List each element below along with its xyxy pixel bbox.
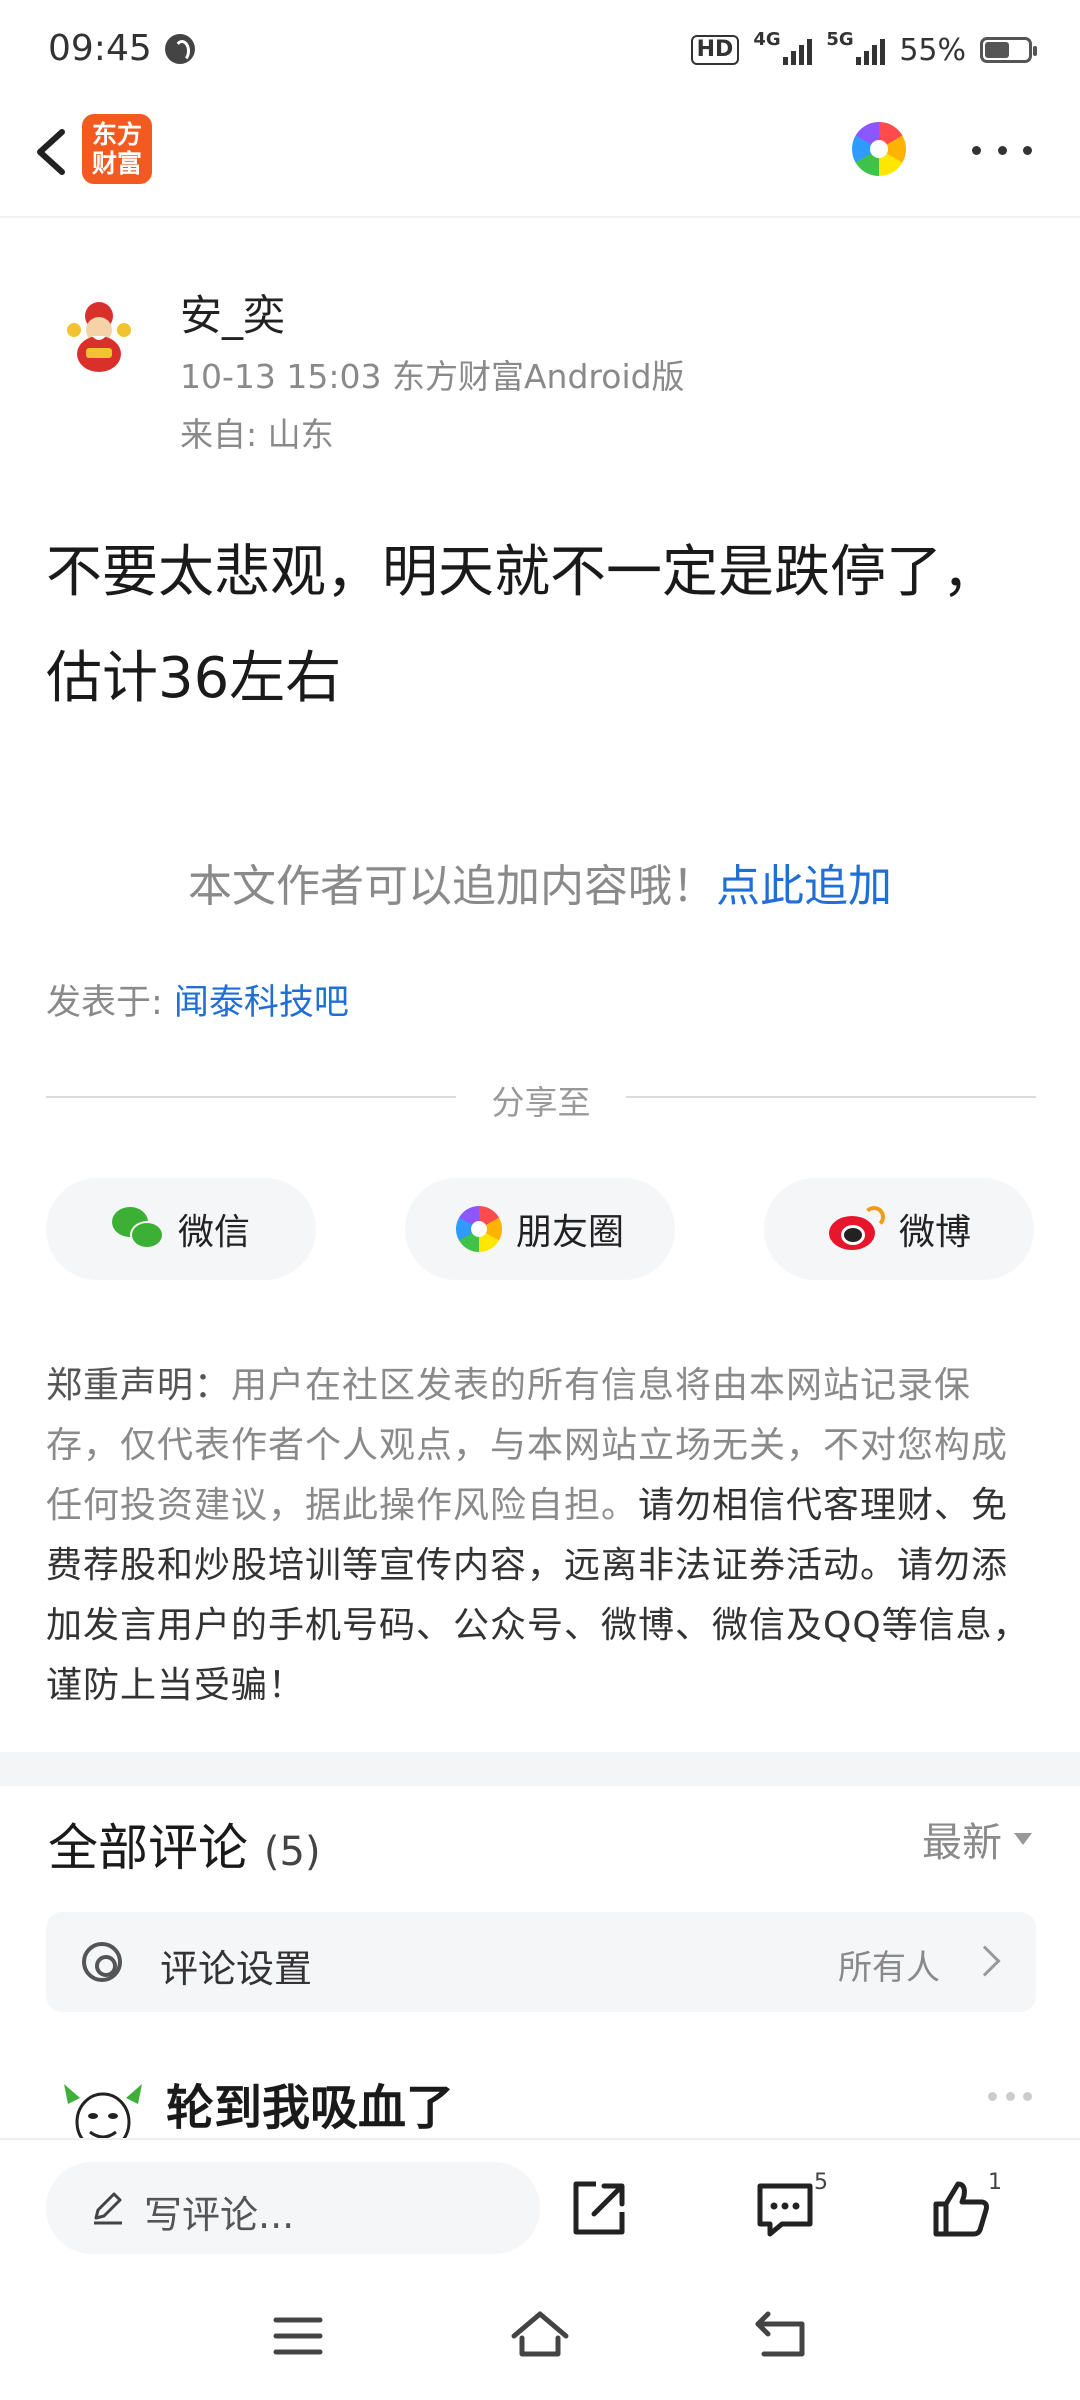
comments-title-text: 全部评论: [48, 1819, 248, 1877]
gear-icon: [82, 1942, 122, 1982]
write-comment-input[interactable]: 写评论...: [46, 2162, 540, 2254]
post-content: 不要太悲观，明天就不一定是跌停了，估计36左右: [46, 540, 998, 711]
write-comment-placeholder: 写评论...: [144, 2193, 295, 2237]
top-navigation: 东方 财富: [0, 100, 1080, 218]
comment-settings-row[interactable]: 评论设置 所有人: [46, 1912, 1036, 2012]
battery-percent: 55%: [899, 32, 966, 68]
share-moments-label: 朋友圈: [515, 1212, 624, 1253]
disclaimer: 郑重声明：用户在社区发表的所有信息将由本网站记录保存，仅代表作者个人观点，与本网…: [46, 1356, 1038, 1716]
share-weibo-button[interactable]: 微博: [764, 1178, 1034, 1280]
status-bar: 09:45 HD 4G 5G 55%: [0, 0, 1080, 100]
back-nav-icon[interactable]: [754, 2310, 808, 2358]
system-navigation-bar: [0, 2278, 1080, 2400]
disclaimer-label: 郑重声明：: [46, 1365, 232, 1406]
comment-settings-label: 评论设置: [160, 1947, 313, 1991]
section-separator: [0, 1752, 1080, 1786]
moments-icon: [455, 1206, 502, 1252]
more-options-icon[interactable]: [972, 142, 1032, 158]
battery-icon: [980, 37, 1037, 63]
post-location: 来自: 山东: [180, 415, 334, 454]
like-icon[interactable]: [928, 2176, 994, 2242]
hd-icon: HD: [690, 35, 740, 65]
wechat-icon: [111, 1207, 164, 1251]
status-time: 09:45: [48, 28, 152, 69]
comment-settings-value: 所有人: [838, 1948, 940, 1988]
share-weibo-label: 微博: [898, 1212, 971, 1253]
share-divider: 分享至: [46, 1076, 1036, 1122]
share-icon[interactable]: [566, 2176, 632, 2242]
signal-5g-icon: 5G: [826, 29, 886, 65]
comment-count-badge: 5: [814, 2170, 828, 2195]
chevron-right-icon: [969, 1945, 1001, 1977]
bottom-action-bar: 写评论... 5 1: [0, 2138, 1080, 2278]
append-prompt: 本文作者可以追加内容哦！点此追加: [0, 850, 1080, 914]
moments-share-icon[interactable]: [852, 122, 906, 176]
comments-count: (5): [263, 1829, 321, 1875]
menu-icon[interactable]: [272, 2314, 324, 2358]
home-icon[interactable]: [510, 2308, 570, 2360]
author-name[interactable]: 安_奕: [180, 282, 285, 343]
weibo-icon: [827, 1206, 885, 1252]
share-moments-button[interactable]: 朋友圈: [405, 1178, 675, 1280]
sort-label: 最新: [922, 1820, 1002, 1866]
pencil-icon: [90, 2190, 126, 2226]
comments-title: 全部评论 (5): [48, 1808, 321, 1880]
share-title: 分享至: [491, 1083, 591, 1122]
network-label-4g: 4G: [753, 29, 781, 50]
share-wechat-label: 微信: [177, 1212, 250, 1253]
sort-dropdown[interactable]: 最新: [922, 1810, 1032, 1868]
author-avatar[interactable]: [56, 290, 142, 376]
like-count-badge: 1: [988, 2170, 1002, 2195]
network-label-5g: 5G: [826, 29, 854, 50]
status-right: HD 4G 5G 55%: [690, 29, 1037, 70]
dropdown-triangle-icon: [1014, 1833, 1032, 1845]
signal-4g-icon: 4G: [753, 29, 813, 65]
posted-in-label: 发表于:: [46, 983, 174, 1023]
comment-more-icon[interactable]: [988, 2092, 1032, 2102]
comment-text: 轮到我吸血了: [166, 2080, 455, 2136]
vpn-icon: [165, 34, 195, 64]
posted-in: 发表于: 闻泰科技吧: [46, 974, 349, 1025]
share-wechat-button[interactable]: 微信: [46, 1178, 316, 1280]
append-link[interactable]: 点此追加: [716, 861, 892, 912]
app-logo[interactable]: 东方 财富: [82, 114, 152, 184]
back-icon[interactable]: [26, 122, 86, 182]
stock-bar-link[interactable]: 闻泰科技吧: [174, 983, 349, 1023]
append-text: 本文作者可以追加内容哦！: [188, 861, 716, 912]
comment-icon[interactable]: [752, 2176, 818, 2242]
post-meta: 10-13 15:03 东方财富Android版: [180, 357, 685, 396]
